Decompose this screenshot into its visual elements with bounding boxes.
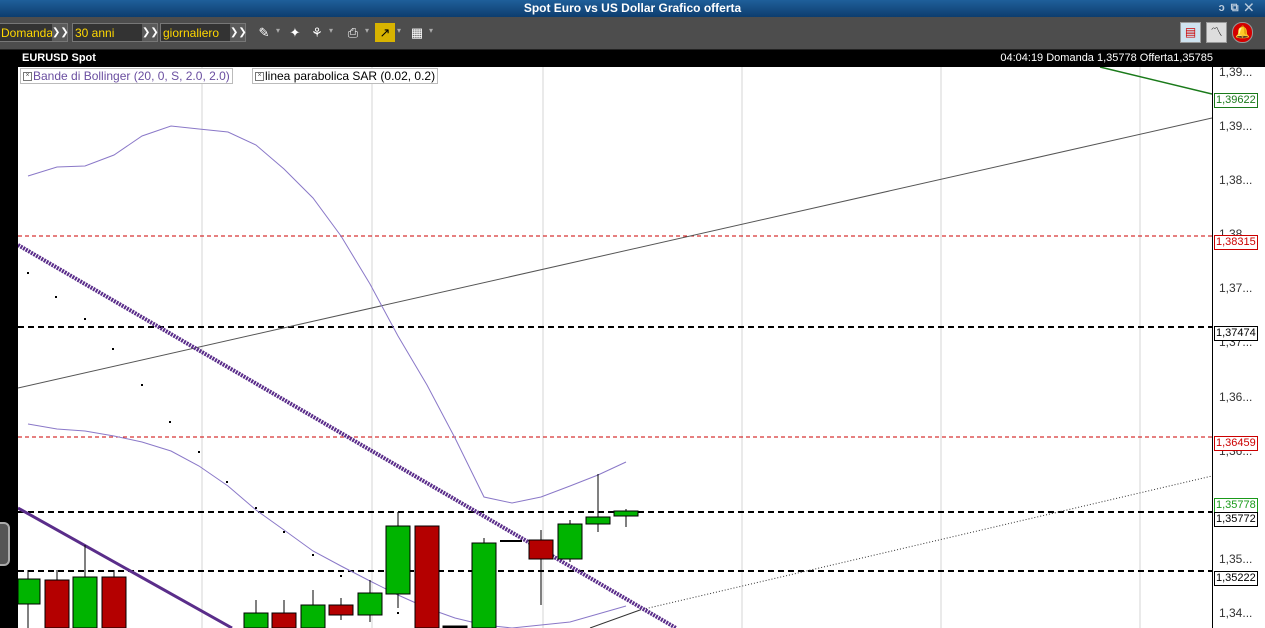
indicator-sar-label[interactable]: × linea parabolica SAR (0.02, 0.2): [252, 68, 439, 84]
trend-line-dotted-start: [589, 609, 641, 628]
trend-line-dotted: [639, 475, 1212, 611]
candle: [243, 600, 269, 628]
price-label-1-35222: 1,35222: [1214, 571, 1258, 586]
axis-tick: 1,39...: [1219, 65, 1253, 79]
calendar-icon[interactable]: ▤: [1180, 22, 1201, 43]
grid-icon[interactable]: ▦: [407, 23, 427, 42]
candle: [557, 520, 583, 562]
chart-svg: [18, 67, 1212, 628]
axis-tick: 1,34...: [1219, 606, 1253, 620]
price-label-1-35778: 1,35778: [1214, 498, 1258, 513]
axis-tick: 1,36...: [1219, 390, 1253, 404]
chart-icon[interactable]: 〽: [1206, 22, 1227, 43]
window-title-bar: Spot Euro vs US Dollar Grafico offerta ↄ…: [0, 0, 1265, 17]
left-strip: [0, 67, 18, 628]
price-label-1-36459: 1,36459: [1214, 436, 1258, 451]
dropdown-arrow-icon[interactable]: ▾: [397, 26, 403, 35]
candle: [300, 590, 326, 628]
trend-line-green: [1099, 67, 1212, 95]
chevron-down-icon[interactable]: ❯❯: [142, 24, 159, 41]
candle: [357, 580, 383, 622]
candle: [101, 570, 127, 628]
print-icon[interactable]: ⎙: [343, 23, 363, 42]
close-icon[interactable]: ✕: [1245, 2, 1259, 14]
bollinger-upper: [27, 125, 627, 504]
candle: [414, 525, 440, 628]
dropdown-arrow-icon[interactable]: ▾: [365, 26, 371, 35]
maximize-icon[interactable]: ⧉: [1231, 2, 1245, 14]
indicator-bollinger-label[interactable]: × Bande di Bollinger (20, 0, S, 2.0, 2.0…: [20, 68, 233, 84]
axis-tick: 1,39...: [1219, 119, 1253, 133]
dropdown-arrow-icon[interactable]: ▾: [329, 26, 335, 35]
price-label-1-38315: 1,38315: [1214, 235, 1258, 250]
parabolic-sar-dots: [27, 272, 399, 614]
draw-line-icon[interactable]: ✎: [254, 23, 274, 42]
symbol-label: EURUSD Spot: [22, 52, 96, 64]
interval-value: giornaliero: [163, 26, 220, 40]
candle: [585, 474, 611, 532]
trend-line-up: [18, 117, 1212, 389]
quote-readout: 04:04:19 Domanda 1,35778 Offerta1,35785: [1000, 52, 1213, 64]
candle: [18, 570, 41, 628]
price-label-1-35772: 1,35772: [1214, 512, 1258, 527]
info-bar: EURUSD Spot 04:04:19 Domanda 1,35778 Off…: [0, 50, 1265, 67]
pin-icon[interactable]: ✦: [285, 23, 305, 42]
close-icon[interactable]: ×: [23, 72, 32, 81]
price-type-value: Domanda: [1, 26, 54, 40]
fan-tool-icon[interactable]: ⚘: [307, 23, 327, 42]
chevron-down-icon[interactable]: ❯❯: [230, 24, 247, 41]
candles: [18, 474, 639, 628]
period-value: 30 anni: [75, 26, 115, 40]
candle: [471, 538, 497, 628]
indicator-text: Bande di Bollinger (20, 0, S, 2.0, 2.0): [33, 69, 230, 83]
dropdown-arrow-icon[interactable]: ▾: [276, 26, 282, 35]
period-select[interactable]: 30 anni ❯❯: [72, 23, 159, 42]
price-axis[interactable]: 1,39... 1,39... 1,38... 1,38... 1,37... …: [1212, 65, 1265, 628]
candle: [613, 509, 639, 527]
chevron-down-icon[interactable]: ❯❯: [52, 24, 69, 41]
candle: [72, 545, 98, 628]
chart-area[interactable]: × Bande di Bollinger (20, 0, S, 2.0, 2.0…: [18, 67, 1212, 628]
candle: [328, 598, 354, 620]
interval-select[interactable]: giornaliero ❯❯: [160, 23, 247, 42]
price-type-select[interactable]: Domanda ❯❯: [0, 23, 69, 42]
candle: [44, 570, 70, 628]
axis-tick: 1,35...: [1219, 552, 1253, 566]
restore-icon[interactable]: ↄ: [1219, 2, 1231, 14]
alert-bell-icon[interactable]: 🔔: [1232, 22, 1253, 43]
close-icon[interactable]: ×: [255, 72, 264, 81]
price-label-1-37474: 1,37474: [1214, 326, 1258, 341]
axis-tick: 1,37...: [1219, 281, 1253, 295]
window-title: Spot Euro vs US Dollar Grafico offerta: [523, 1, 742, 15]
panel-handle[interactable]: [0, 522, 10, 566]
toolbar: Domanda ❯❯ 30 anni ❯❯ giornaliero ❯❯ ✎ ▾…: [0, 17, 1265, 50]
candle: [271, 600, 297, 628]
window-controls[interactable]: ↄ⧉✕: [1219, 0, 1259, 16]
chart-type-icon[interactable]: ↗: [375, 23, 395, 42]
candle: [528, 530, 554, 605]
dropdown-arrow-icon[interactable]: ▾: [429, 26, 435, 35]
axis-tick: 1,38...: [1219, 173, 1253, 187]
indicator-text: linea parabolica SAR (0.02, 0.2): [265, 69, 436, 83]
price-label-1-39622: 1,39622: [1214, 93, 1258, 108]
candle: [385, 512, 411, 608]
